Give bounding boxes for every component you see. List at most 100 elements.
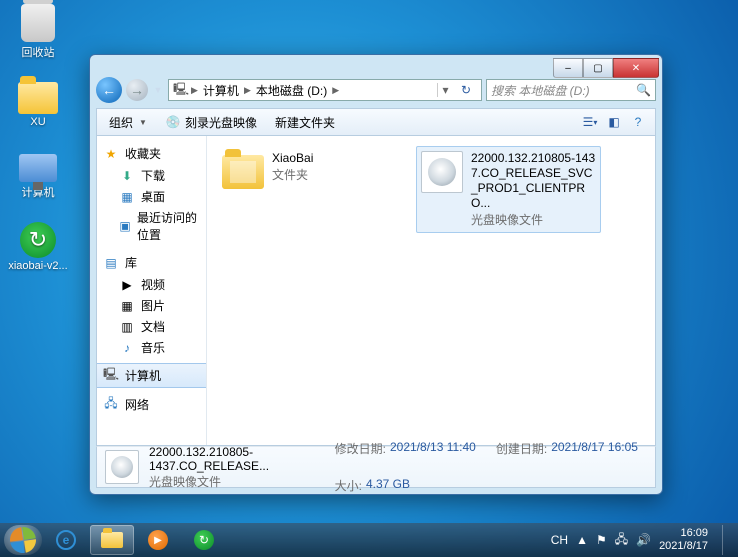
computer-icon: 🖳 bbox=[173, 82, 189, 98]
nav-music[interactable]: ♪音乐 bbox=[97, 337, 206, 358]
system-tray: CH ▲ ⚑ 🖧 🔊 16:09 2021/8/17 bbox=[551, 525, 734, 555]
help-button[interactable]: ? bbox=[627, 112, 649, 132]
disc-icon: 💿 bbox=[165, 114, 181, 130]
nav-downloads[interactable]: ⬇下载 bbox=[97, 165, 206, 186]
computer-icon bbox=[19, 154, 57, 182]
chevron-right-icon: ▶ bbox=[332, 85, 339, 96]
picture-icon: ▦ bbox=[119, 298, 135, 314]
nav-network[interactable]: 🖧网络 bbox=[97, 393, 206, 416]
nav-back-button[interactable]: ← bbox=[96, 77, 122, 103]
tray-time: 16:09 bbox=[659, 527, 708, 540]
disc-image-icon bbox=[421, 151, 463, 193]
windows-logo-icon bbox=[8, 525, 37, 554]
item-name: 22000.132.210805-1437.CO_RELEASE_SVC_PRO… bbox=[471, 151, 596, 211]
status-modified-label: 修改日期: bbox=[335, 440, 386, 457]
tray-ime-indicator[interactable]: CH bbox=[551, 533, 568, 547]
new-folder-button[interactable]: 新建文件夹 bbox=[269, 112, 341, 133]
taskbar-xiaobai[interactable]: ↻ bbox=[182, 525, 226, 555]
taskbar: ▶ ↻ CH ▲ ⚑ 🖧 🔊 16:09 2021/8/17 bbox=[0, 523, 738, 557]
recent-icon: ▣ bbox=[119, 218, 131, 234]
explorer-window: – ▢ ✕ ← → ▼ 🖳 ▶ 计算机 ▶ 本地磁盘 (D:) ▶ ▾ ↻ 搜索… bbox=[89, 54, 663, 495]
desktop-icon-label: XU bbox=[8, 116, 68, 128]
taskbar-ie[interactable] bbox=[44, 525, 88, 555]
network-icon: 🖧 bbox=[103, 397, 119, 413]
music-icon: ♪ bbox=[119, 340, 135, 356]
ie-icon bbox=[56, 530, 76, 550]
video-icon: ▶ bbox=[119, 277, 135, 293]
search-placeholder: 搜索 本地磁盘 (D:) bbox=[491, 82, 590, 99]
computer-icon: 🖳 bbox=[103, 368, 119, 384]
nav-recent[interactable]: ▣最近访问的位置 bbox=[97, 207, 206, 245]
desktop-icon-user-folder[interactable]: XU bbox=[8, 76, 68, 128]
xiaobai-app-icon: ↻ bbox=[194, 530, 214, 550]
explorer-icon bbox=[101, 532, 123, 548]
desktop-icon: ▦ bbox=[119, 189, 135, 205]
xiaobai-app-icon bbox=[20, 222, 56, 258]
status-created-value: 2021/8/17 16:05 bbox=[551, 440, 638, 457]
organize-menu[interactable]: 组织▼ bbox=[103, 112, 153, 133]
taskbar-explorer[interactable] bbox=[90, 525, 134, 555]
status-modified-value: 2021/8/13 11:40 bbox=[390, 440, 476, 457]
show-desktop-button[interactable] bbox=[722, 525, 732, 555]
file-list-pane[interactable]: XiaoBai 文件夹 22000.132.210805-1437.CO_REL… bbox=[207, 136, 655, 445]
taskbar-media-player[interactable]: ▶ bbox=[136, 525, 180, 555]
document-icon: ▥ bbox=[119, 319, 135, 335]
media-player-icon: ▶ bbox=[148, 530, 168, 550]
address-breadcrumb[interactable]: 🖳 ▶ 计算机 ▶ 本地磁盘 (D:) ▶ ▾ ↻ bbox=[168, 79, 482, 101]
tray-action-center-icon[interactable]: ⚑ bbox=[596, 533, 607, 547]
nav-documents[interactable]: ▥文档 bbox=[97, 316, 206, 337]
nav-favorites[interactable]: ★收藏夹 bbox=[97, 142, 206, 165]
preview-pane-button[interactable]: ◧ bbox=[603, 112, 625, 132]
disc-image-icon bbox=[105, 450, 139, 484]
nav-desktop[interactable]: ▦桌面 bbox=[97, 186, 206, 207]
chevron-right-icon: ▶ bbox=[244, 85, 251, 96]
item-type: 文件夹 bbox=[272, 166, 313, 183]
explorer-toolbar: 组织▼ 💿刻录光盘映像 新建文件夹 ☰▾ ◧ ? bbox=[96, 108, 656, 136]
file-item-iso[interactable]: 22000.132.210805-1437.CO_RELEASE_SVC_PRO… bbox=[416, 146, 601, 233]
tray-volume-icon[interactable]: 🔊 bbox=[636, 533, 651, 547]
nav-computer[interactable]: 🖳计算机 bbox=[97, 363, 207, 388]
start-button[interactable] bbox=[4, 525, 42, 555]
item-type: 光盘映像文件 bbox=[471, 211, 596, 228]
status-created-label: 创建日期: bbox=[496, 440, 547, 457]
desktop-icon-recycle-bin[interactable]: 回收站 bbox=[8, 4, 68, 60]
breadcrumb-dropdown[interactable]: ▾ bbox=[437, 83, 453, 97]
view-options-button[interactable]: ☰▾ bbox=[579, 112, 601, 132]
tray-show-hidden-icon[interactable]: ▲ bbox=[576, 533, 588, 547]
folder-icon bbox=[222, 155, 264, 189]
tray-clock[interactable]: 16:09 2021/8/17 bbox=[659, 527, 708, 552]
breadcrumb-segment-computer[interactable]: 计算机 bbox=[200, 82, 242, 99]
search-icon[interactable]: 🔍 bbox=[636, 83, 651, 97]
star-icon: ★ bbox=[103, 146, 119, 162]
chevron-right-icon: ▶ bbox=[191, 85, 198, 96]
breadcrumb-segment-drive[interactable]: 本地磁盘 (D:) bbox=[253, 82, 330, 99]
desktop-icon-label: xiaobai-v2... bbox=[8, 260, 68, 272]
download-icon: ⬇ bbox=[119, 168, 135, 184]
burn-disc-image-button[interactable]: 💿刻录光盘映像 bbox=[159, 112, 263, 133]
status-file-type: 光盘映像文件 bbox=[149, 473, 325, 490]
library-icon: ▤ bbox=[103, 255, 119, 271]
item-name: XiaoBai bbox=[272, 151, 313, 166]
desktop-icon-computer[interactable]: 计算机 bbox=[8, 148, 68, 200]
window-minimize-button[interactable]: – bbox=[553, 58, 583, 78]
nav-libraries[interactable]: ▤库 bbox=[97, 251, 206, 274]
search-box[interactable]: 搜索 本地磁盘 (D:) 🔍 bbox=[486, 79, 656, 101]
status-size-value: 4.37 GB bbox=[366, 477, 410, 494]
desktop-icon-xiaobai[interactable]: xiaobai-v2... bbox=[8, 220, 68, 272]
desktop-icon-label: 回收站 bbox=[8, 44, 68, 60]
nav-pictures[interactable]: ▦图片 bbox=[97, 295, 206, 316]
status-size-label: 大小: bbox=[335, 477, 362, 494]
window-close-button[interactable]: ✕ bbox=[613, 58, 659, 78]
folder-icon bbox=[18, 82, 58, 114]
chevron-down-icon: ▼ bbox=[139, 118, 147, 127]
status-file-name: 22000.132.210805-1437.CO_RELEASE... bbox=[149, 445, 325, 473]
nav-forward-button[interactable]: → bbox=[126, 79, 148, 101]
tray-network-icon[interactable]: 🖧 bbox=[615, 530, 628, 551]
nav-videos[interactable]: ▶视频 bbox=[97, 274, 206, 295]
nav-history-dropdown[interactable]: ▼ bbox=[152, 79, 164, 101]
refresh-button[interactable]: ↻ bbox=[455, 83, 477, 97]
folder-item-xiaobai[interactable]: XiaoBai 文件夹 bbox=[217, 146, 402, 194]
recycle-bin-icon bbox=[21, 4, 55, 42]
tray-date: 2021/8/17 bbox=[659, 540, 708, 553]
window-maximize-button[interactable]: ▢ bbox=[583, 58, 613, 78]
